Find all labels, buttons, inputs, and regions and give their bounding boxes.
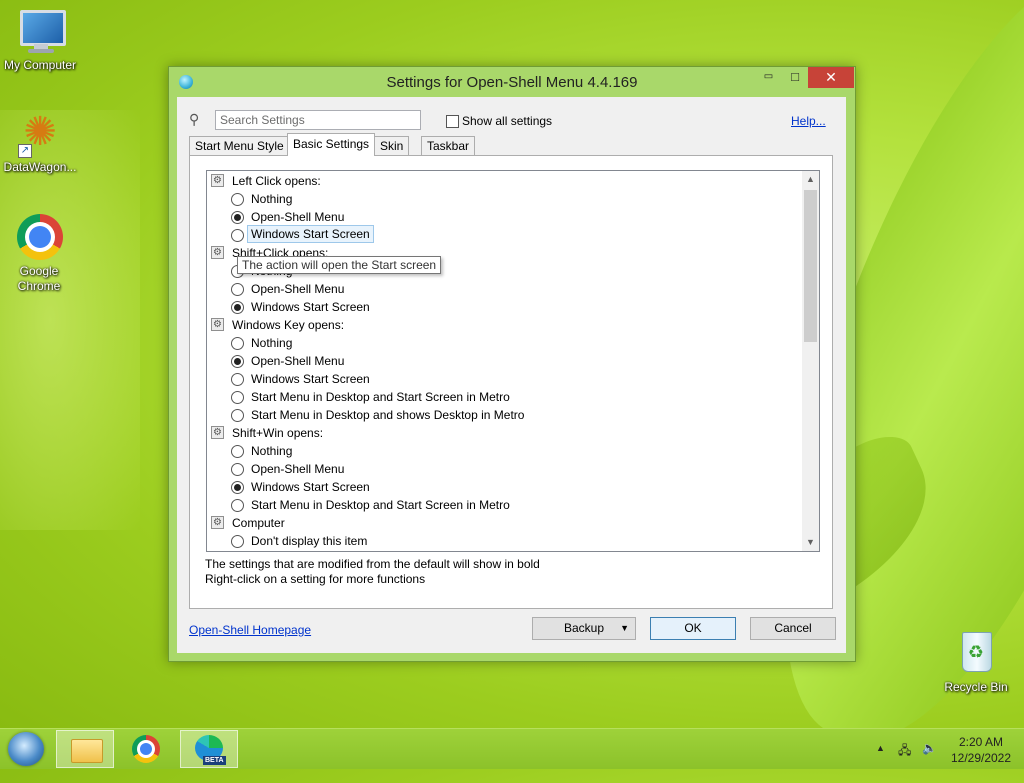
desktop-icon-label: My Computer <box>3 58 77 72</box>
show-all-settings-checkbox[interactable] <box>446 115 459 128</box>
window-client-area: ⚲ Show all settings Help... Start Menu S… <box>177 97 846 653</box>
backup-button[interactable]: Backup ▼ <box>532 617 636 640</box>
taskbar: BETA ▲ 🖧 🔈 2:20 AM 12/29/2022 <box>0 728 1024 769</box>
volume-icon[interactable]: 🔈 <box>922 741 937 755</box>
radio-button[interactable] <box>231 463 244 476</box>
radio-button[interactable] <box>231 535 244 548</box>
setting-group-label: Left Click opens: <box>232 174 321 188</box>
note-right-click: Right-click on a setting for more functi… <box>205 572 426 586</box>
chrome-icon <box>15 214 63 262</box>
radio-button[interactable] <box>231 301 244 314</box>
scroll-up-icon[interactable]: ▲ <box>802 171 819 188</box>
setting-option-label: Don't display this item <box>251 534 368 548</box>
file-explorer-icon <box>71 739 103 763</box>
note-modified-bold: The settings that are modified from the … <box>205 557 540 571</box>
tab-skin[interactable]: Skin <box>374 136 410 155</box>
start-button[interactable] <box>8 732 44 766</box>
computer-icon <box>16 8 66 56</box>
radio-button[interactable] <box>231 229 244 242</box>
setting-group-label: Shift+Win opens: <box>232 426 324 440</box>
setting-option-label: Nothing <box>251 336 293 350</box>
setting-option-label: Open-Shell Menu <box>251 282 345 296</box>
tab-panel: ▲ ▼ ⚙ Left Click opens: Nothing Open-Shell … <box>189 155 833 609</box>
minimize-button[interactable]: ▭ <box>755 67 782 88</box>
desktop-icon-label: Recycle Bin <box>944 680 1008 694</box>
show-all-settings-label[interactable]: Show all settings <box>462 114 552 128</box>
setting-option-label: Windows Start Screen <box>251 300 370 314</box>
close-button[interactable]: ✕ <box>808 67 854 88</box>
desktop-icon-label: DataWagon... <box>3 160 77 174</box>
homepage-link[interactable]: Open-Shell Homepage <box>189 623 311 637</box>
search-icon: ⚲ <box>189 111 200 127</box>
setting-option-label: Open-Shell Menu <box>251 354 345 368</box>
setting-group-label: Computer <box>232 516 285 530</box>
chrome-icon <box>132 735 160 763</box>
maximize-button[interactable]: □ <box>782 67 808 88</box>
radio-button[interactable] <box>231 481 244 494</box>
radio-button[interactable] <box>231 283 244 296</box>
radio-button[interactable] <box>231 499 244 512</box>
title-bar[interactable]: Settings for Open-Shell Menu 4.4.169 ▭ □… <box>169 67 855 97</box>
setting-option-label: Windows Start Screen <box>247 225 374 243</box>
taskbar-file-explorer[interactable] <box>56 730 114 768</box>
setting-gear-icon: ⚙ <box>211 426 224 439</box>
clock-date: 12/29/2022 <box>950 751 1012 765</box>
sunburst-icon: ✺ ↗ <box>16 110 64 158</box>
network-icon[interactable]: 🖧 <box>898 741 911 762</box>
tab-taskbar[interactable]: Taskbar <box>421 136 476 155</box>
search-input[interactable] <box>215 110 421 130</box>
setting-option-label: Open-Shell Menu <box>251 462 345 476</box>
show-hidden-icons-icon[interactable]: ▲ <box>876 743 885 753</box>
tab-start-menu-style[interactable]: Start Menu Style <box>189 136 290 155</box>
setting-option-label: Open-Shell Menu <box>251 210 345 224</box>
setting-gear-icon: ⚙ <box>211 246 224 259</box>
setting-option-label: Start Menu in Desktop and Start Screen i… <box>251 498 510 512</box>
setting-option-label: Start Menu in Desktop and shows Desktop … <box>251 408 525 422</box>
dropdown-arrow-icon: ▼ <box>620 623 629 633</box>
settings-window: Settings for Open-Shell Menu 4.4.169 ▭ □… <box>168 66 856 662</box>
desktop-icon-recycle-bin[interactable]: ♻ Recycle Bin <box>936 630 1016 694</box>
beta-badge: BETA <box>203 756 226 765</box>
setting-option-label: Windows Start Screen <box>251 480 370 494</box>
radio-button[interactable] <box>231 337 244 350</box>
radio-button[interactable] <box>231 445 244 458</box>
setting-group-label: Windows Key opens: <box>232 318 345 332</box>
vertical-scrollbar[interactable]: ▲ ▼ <box>802 171 819 551</box>
setting-option-label: Start Menu in Desktop and Start Screen i… <box>251 390 510 404</box>
recycle-bin-icon: ♻ <box>952 630 1000 678</box>
taskbar-edge-beta[interactable]: BETA <box>180 730 238 768</box>
radio-button[interactable] <box>231 409 244 422</box>
radio-button[interactable] <box>231 193 244 206</box>
cancel-button[interactable]: Cancel <box>750 617 836 640</box>
desktop-icon-label: Google Chrome <box>17 264 61 293</box>
setting-option-label: Nothing <box>251 192 293 206</box>
tab-basic-settings[interactable]: Basic Settings <box>287 133 376 156</box>
setting-option-label: Nothing <box>251 444 293 458</box>
setting-option-label: Windows Start Screen <box>251 372 370 386</box>
radio-button[interactable] <box>231 355 244 368</box>
clock-time: 2:20 AM <box>958 735 1004 749</box>
radio-button[interactable] <box>231 391 244 404</box>
system-clock[interactable]: 2:20 AM 12/29/2022 <box>946 734 1016 766</box>
desktop-icon-datawagon[interactable]: ✺ ↗ DataWagon... <box>0 110 80 174</box>
radio-button[interactable] <box>231 373 244 386</box>
backup-button-label: Backup <box>563 621 605 635</box>
scroll-down-icon[interactable]: ▼ <box>802 534 819 551</box>
taskbar-chrome[interactable] <box>118 730 176 768</box>
desktop-icon-my-computer[interactable]: My Computer <box>0 8 80 72</box>
desktop-icon-google-chrome[interactable]: Google Chrome <box>0 214 78 294</box>
setting-gear-icon: ⚙ <box>211 318 224 331</box>
setting-gear-icon: ⚙ <box>211 174 224 187</box>
ok-button[interactable]: OK <box>650 617 736 640</box>
tooltip: The action will open the Start screen <box>237 256 442 274</box>
settings-list[interactable]: ▲ ▼ ⚙ Left Click opens: Nothing Open-Shell … <box>206 170 820 552</box>
help-link[interactable]: Help... <box>791 114 826 128</box>
radio-button[interactable] <box>231 211 244 224</box>
scrollbar-thumb[interactable] <box>804 190 817 342</box>
setting-gear-icon: ⚙ <box>211 516 224 529</box>
window-title: Settings for Open-Shell Menu 4.4.169 <box>386 74 638 91</box>
